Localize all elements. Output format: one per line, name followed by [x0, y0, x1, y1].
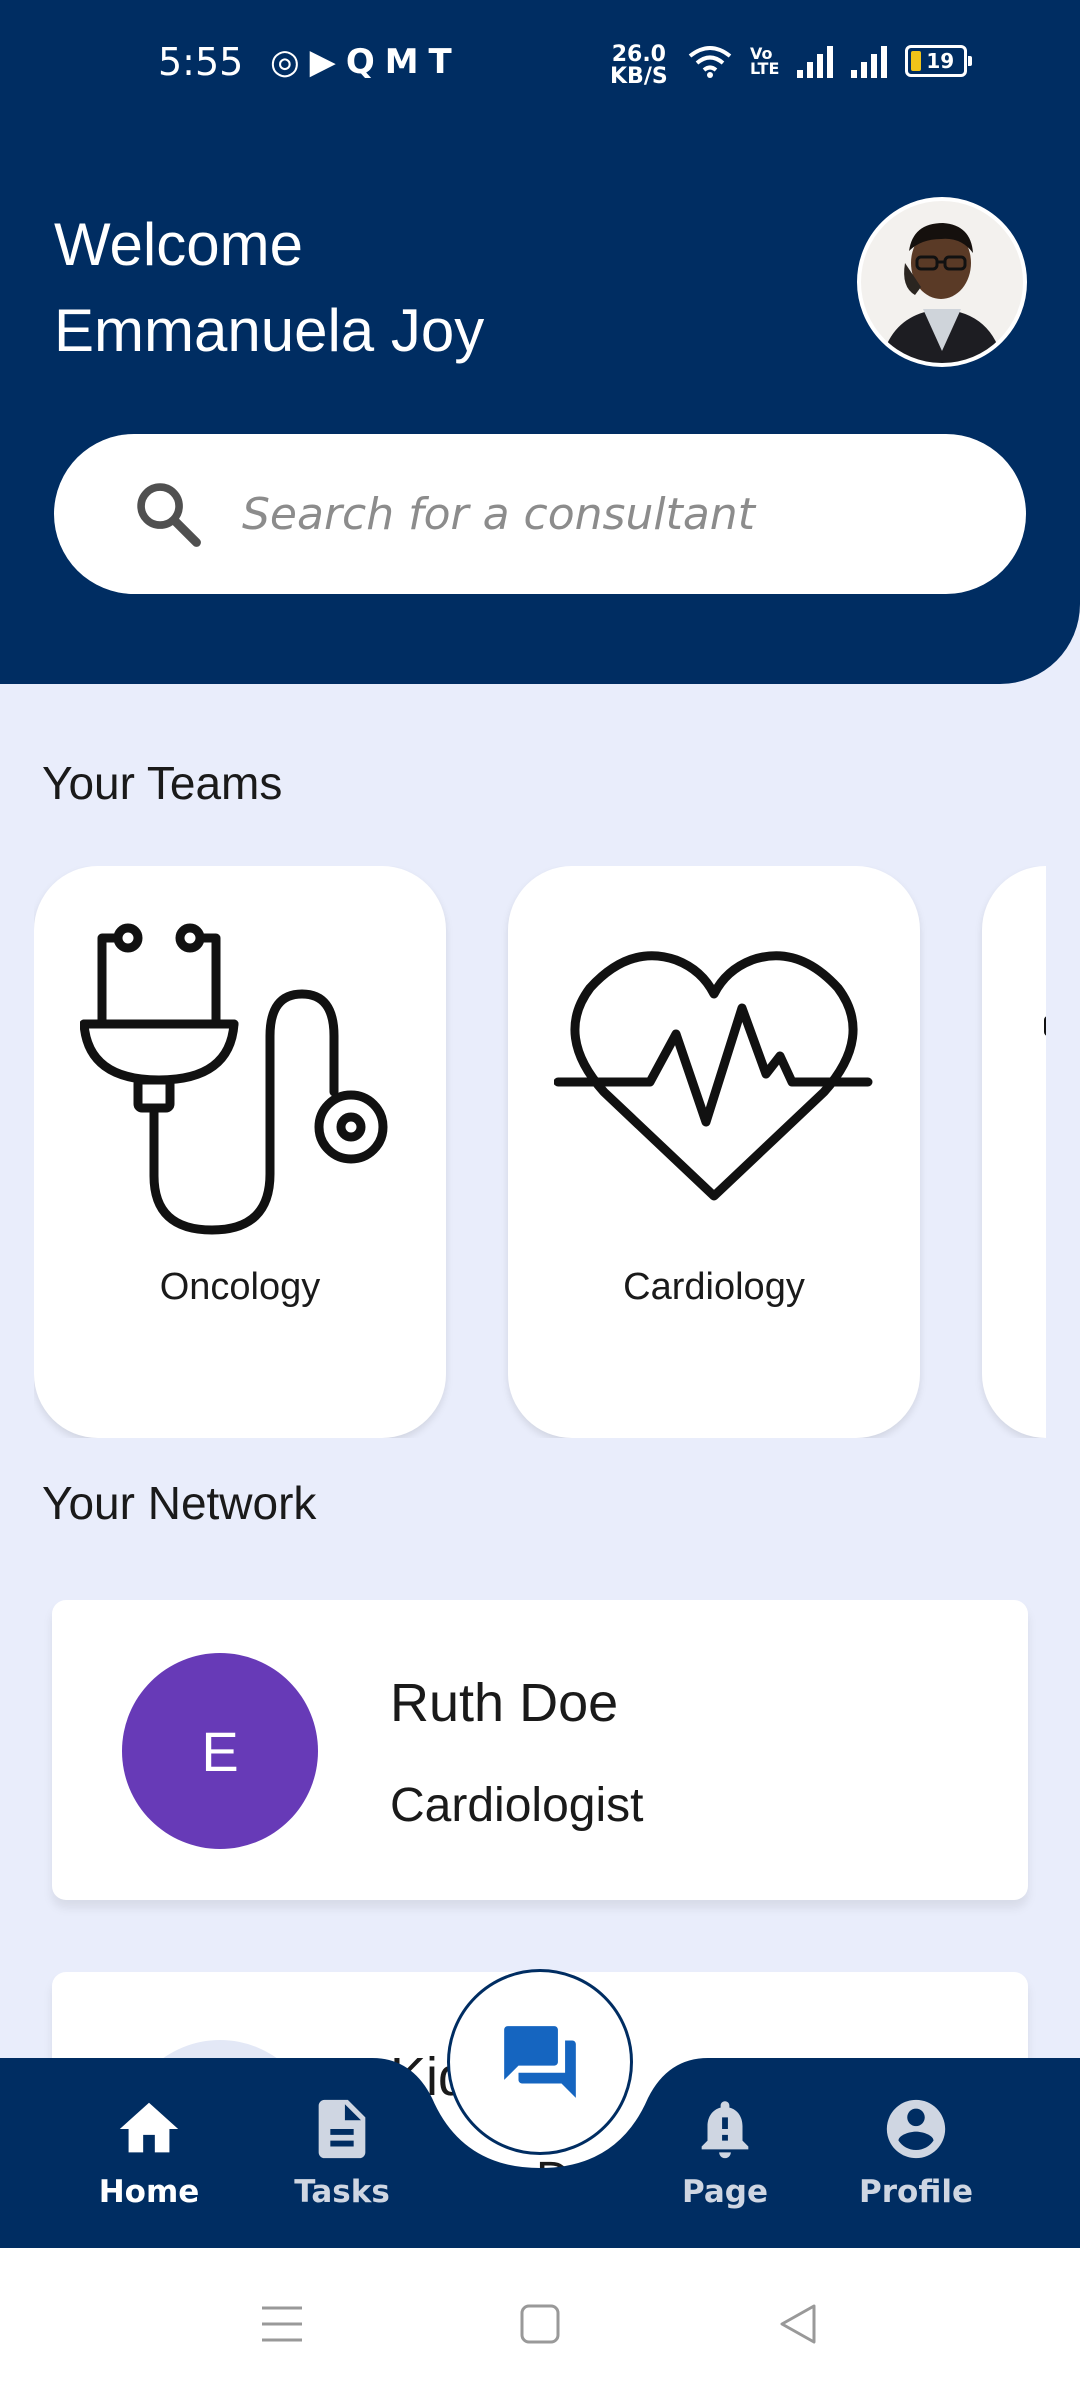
nav-page[interactable]: Page: [645, 2094, 805, 2210]
team-card-oncology[interactable]: Oncology: [34, 866, 446, 1438]
wifi-icon: [688, 46, 732, 78]
user-name: Emmanuela Joy: [54, 297, 485, 364]
home-icon: [119, 2102, 179, 2153]
network-speed: 26.0 KB/S: [610, 42, 668, 89]
status-bar: 5:55 ◎▶QMT 26.0 KB/S Vo LTE 19: [0, 0, 1080, 136]
search-icon: [137, 483, 201, 547]
partial-icon: [1044, 1016, 1046, 1036]
bell-icon: [701, 2101, 749, 2159]
teams-carousel[interactable]: Oncology Cardiology: [34, 866, 1046, 1438]
nav-profile[interactable]: Profile: [836, 2094, 996, 2210]
search-input[interactable]: [240, 487, 924, 541]
welcome-text: Welcome Emmanuela Joy: [54, 202, 484, 374]
network-card[interactable]: E Ruth Doe Cardiologist: [52, 1600, 1028, 1900]
home-square-icon[interactable]: [518, 2302, 562, 2346]
chat-icon: [504, 2026, 576, 2098]
chat-fab-button[interactable]: [447, 1969, 633, 2155]
search-bar[interactable]: [54, 434, 1026, 594]
menu-icon[interactable]: [258, 2302, 306, 2346]
volte-indicator: Vo LTE: [750, 44, 780, 78]
stethoscope-icon: [80, 923, 388, 1235]
team-label: Oncology: [159, 1266, 321, 1308]
network-section-title: Your Network: [42, 1477, 317, 1529]
team-card-cardiology[interactable]: Cardiology: [508, 866, 920, 1438]
person-name: Ruth Doe: [390, 1673, 619, 1733]
heart-pulse-icon: [554, 951, 873, 1201]
status-right: Vo LTE 19: [688, 44, 973, 78]
account-circle-icon: [886, 2099, 946, 2159]
signal-icon: [851, 44, 888, 78]
team-label: Cardiology: [623, 1266, 805, 1308]
notification-icons: ◎▶QMT: [270, 42, 462, 82]
signal-icon: [797, 44, 834, 78]
teams-section-title: Your Teams: [42, 757, 283, 809]
system-navigation-bar: [0, 2248, 1080, 2400]
person-avatar: E: [122, 1653, 318, 1849]
user-avatar[interactable]: [857, 197, 1027, 367]
greeting: Welcome: [54, 211, 303, 278]
status-time: 5:55: [158, 40, 244, 84]
back-icon[interactable]: [776, 2302, 820, 2346]
nav-tasks[interactable]: Tasks: [262, 2094, 422, 2210]
document-icon: [318, 2099, 366, 2159]
header: 5:55 ◎▶QMT 26.0 KB/S Vo LTE 19 Welcome E…: [0, 0, 1080, 684]
battery-icon: 19: [905, 45, 973, 77]
avatar-photo: [861, 201, 1023, 363]
nav-home[interactable]: Home: [69, 2094, 229, 2210]
person-role: Cardiologist: [390, 1779, 644, 1832]
team-card-partial[interactable]: [982, 866, 1046, 1438]
